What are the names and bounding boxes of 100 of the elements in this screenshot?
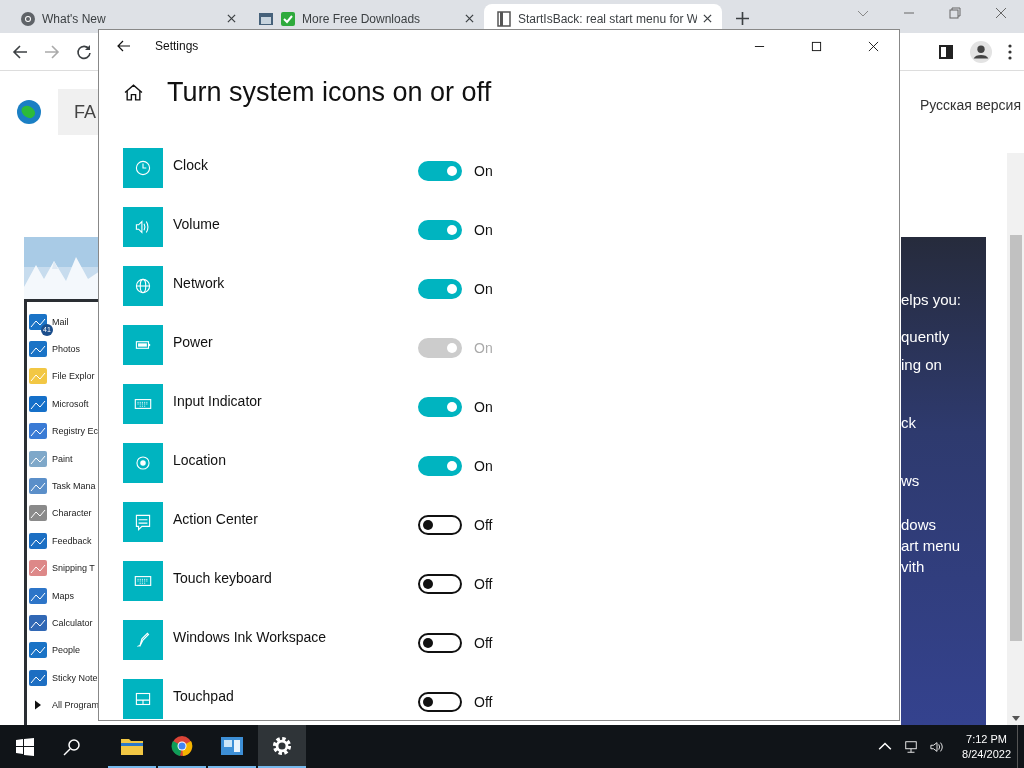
close-icon[interactable] (703, 14, 712, 23)
toggle-switch[interactable] (418, 279, 462, 299)
start-menu-item[interactable]: Snipping T (27, 554, 100, 582)
browser-tab[interactable]: What's New (8, 4, 246, 33)
pen-tile-icon (123, 620, 163, 660)
restore-icon[interactable] (949, 7, 961, 19)
banner-text: dows (901, 515, 938, 535)
volume-tile-icon (123, 207, 163, 247)
toggle-switch[interactable] (418, 456, 462, 476)
app-icon (28, 421, 48, 442)
setting-label: Input Indicator (173, 392, 263, 409)
scroll-down-icon[interactable] (1011, 716, 1020, 721)
tab-title: What's New (42, 11, 107, 26)
app-icon (28, 339, 48, 360)
toggle-state: On (474, 281, 493, 297)
start-menu-item[interactable]: People (27, 636, 100, 665)
start-menu-item[interactable]: Registry Ec (27, 417, 100, 445)
toggle-state: On (474, 340, 493, 356)
scrollbar-thumb[interactable] (1009, 235, 1022, 641)
search-icon[interactable] (63, 737, 81, 756)
page-icon (258, 10, 274, 27)
page-heading: Turn system icons on or off (167, 76, 492, 108)
sidebar-icon[interactable] (938, 43, 954, 60)
app-icon (28, 530, 48, 551)
browser-tab[interactable]: More Free Downloads (246, 4, 484, 33)
setting-label: Power (173, 333, 214, 350)
new-tab-icon[interactable] (736, 12, 749, 25)
clock-tile-icon (123, 148, 163, 188)
close-icon[interactable] (465, 14, 474, 23)
banner-text: vith (901, 557, 926, 577)
setting-label: Network (173, 274, 226, 291)
app-icon (28, 476, 48, 497)
setting-label: Touch keyboard (173, 569, 273, 586)
app-icon (28, 558, 48, 579)
close-icon[interactable] (227, 14, 236, 23)
clock-time: 7:12 PM (966, 731, 1007, 747)
setting-label: Location (173, 451, 227, 468)
volume-icon[interactable] (930, 739, 945, 754)
network-icon[interactable] (904, 739, 919, 754)
windows-start-icon[interactable] (16, 737, 34, 756)
app-icon (28, 585, 48, 606)
control-panel-icon[interactable] (221, 734, 243, 757)
app-icon (28, 503, 48, 524)
banner-text: art menu (901, 536, 962, 556)
start-menu-item[interactable]: Photos (27, 335, 100, 363)
start-menu-item[interactable]: File Explor (27, 362, 100, 391)
menu-icon[interactable] (1008, 43, 1012, 60)
start-menu-item[interactable]: Character (27, 499, 100, 528)
app-icon (28, 393, 48, 414)
toggle-state: On (474, 163, 493, 179)
start-menu-item[interactable]: Microsoft (27, 390, 100, 418)
banner-text: ing on (901, 355, 943, 375)
toggle-state: Off (474, 635, 493, 651)
clock-date: 8/24/2022 (962, 746, 1011, 762)
taskbar-clock[interactable]: 7:12 PM 8/24/2022 (962, 731, 1011, 762)
globe-tile-icon (123, 266, 163, 306)
banner-text: ck (901, 413, 917, 433)
keyboard-tile-icon (123, 561, 163, 601)
app-icon (28, 667, 48, 688)
start-menu-item[interactable]: Calculator (27, 609, 100, 637)
start-menu-item[interactable]: Maps (27, 581, 100, 610)
window-title: Settings (155, 39, 199, 53)
language-link[interactable]: Русская версия (919, 97, 1021, 113)
back-icon[interactable] (12, 43, 28, 60)
setting-label: Action Center (173, 510, 259, 527)
toggle-switch[interactable] (418, 574, 462, 594)
reload-icon[interactable] (76, 43, 92, 60)
toggle-switch[interactable] (418, 633, 462, 653)
app-icon (28, 366, 48, 387)
keyboard-tile-icon (123, 384, 163, 424)
browser-logo-icon (20, 10, 36, 27)
toggle-state: On (474, 399, 493, 415)
home-icon[interactable] (124, 82, 143, 102)
start-menu-item[interactable]: Sticky Note (27, 664, 100, 692)
toggle-state: On (474, 222, 493, 238)
toggle-switch[interactable] (418, 397, 462, 417)
setting-label: Clock (173, 156, 209, 173)
app-icon (28, 613, 48, 633)
app-icon (28, 448, 48, 469)
banner-text: quently (901, 327, 951, 347)
start-menu-item[interactable]: Paint (27, 444, 100, 473)
toggle-switch[interactable] (418, 515, 462, 535)
maximize-icon[interactable] (811, 40, 822, 52)
profile-icon[interactable] (970, 40, 992, 63)
toggle-state: Off (474, 576, 493, 592)
start-menu-item[interactable]: Feedback (27, 527, 100, 555)
toggle-state: On (474, 458, 493, 474)
toggle-switch[interactable] (418, 692, 462, 712)
close-icon[interactable] (868, 40, 879, 52)
target-tile-icon (123, 443, 163, 483)
triangle-icon (35, 700, 41, 711)
start-menu-item[interactable]: Task Mana (27, 472, 100, 500)
toggle-switch[interactable] (418, 161, 462, 181)
back-icon[interactable] (117, 39, 131, 53)
faq-tab[interactable]: FA (58, 89, 98, 135)
toggle-switch[interactable] (418, 220, 462, 240)
browser-logo-icon[interactable] (171, 734, 193, 757)
start-menu-item[interactable]: All Program (27, 691, 100, 719)
globe-logo-icon (16, 99, 42, 125)
gear-icon[interactable] (271, 734, 293, 757)
